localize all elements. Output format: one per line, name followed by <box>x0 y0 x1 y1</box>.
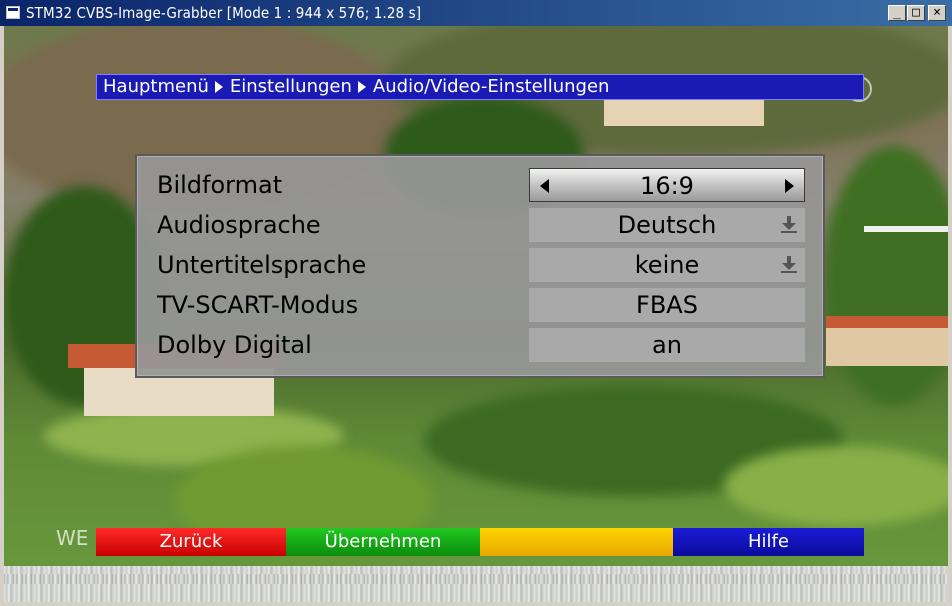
setting-label-tv-scart-mode: TV-SCART-Modus <box>157 291 359 319</box>
house-roof <box>826 316 948 328</box>
setting-label-aspect-ratio: Bildformat <box>157 171 283 199</box>
settings-panel: Bildformat 16:9 Audiosprache Deutsch Unt… <box>135 154 825 378</box>
setting-value-text: 16:9 <box>640 172 694 200</box>
red-key-back-button[interactable]: Zurück <box>96 528 286 556</box>
dropdown-arrow-icon[interactable] <box>781 216 797 234</box>
setting-value-audio-language[interactable]: Deutsch <box>529 208 805 242</box>
setting-value-text: keine <box>634 251 700 279</box>
video-frame: 4 WE HauptmenüEinstellungenAudio/Video-E… <box>4 26 948 602</box>
setting-value-text: an <box>652 331 682 359</box>
breadcrumb: Hauptmenü Einstellungen Audio/Video-Einste… <box>96 74 864 100</box>
setting-value-subtitle-language[interactable]: keine <box>529 248 805 282</box>
arrow-right-icon[interactable] <box>785 179 794 193</box>
setting-value-text: Deutsch <box>617 211 717 239</box>
breadcrumb-item-settings[interactable]: Einstellungen <box>230 76 352 97</box>
setting-value-tv-scart-mode[interactable]: FBAS <box>529 288 805 322</box>
corner-watermark: WE <box>56 526 89 550</box>
yellow-key-button[interactable] <box>480 528 673 556</box>
tree <box>824 146 948 406</box>
setting-value-aspect-ratio[interactable]: 16:9 <box>529 168 805 202</box>
signal-noise-strip <box>4 574 948 584</box>
green-key-apply-button[interactable]: Übernehmen <box>286 528 480 556</box>
maximize-button[interactable]: □ <box>907 5 925 21</box>
setting-value-dolby-digital[interactable]: an <box>529 328 805 362</box>
setting-label-dolby-digital: Dolby Digital <box>157 331 312 359</box>
app-icon[interactable] <box>6 6 20 19</box>
close-button[interactable]: × <box>928 5 946 21</box>
dropdown-arrow-icon[interactable] <box>781 256 797 274</box>
setting-label-audio-language: Audiosprache <box>157 211 321 239</box>
chevron-right-icon <box>214 81 223 93</box>
chevron-right-icon <box>357 81 366 93</box>
breadcrumb-item-av-settings: Audio/Video-Einstellungen <box>372 76 610 97</box>
arrow-left-icon[interactable] <box>540 179 549 193</box>
setting-label-subtitle-language: Untertitelsprache <box>157 251 367 279</box>
blue-key-help-button[interactable]: Hilfe <box>673 528 864 556</box>
setting-value-text: FBAS <box>636 291 698 319</box>
signal-noise-strip <box>4 566 948 602</box>
house <box>826 326 948 366</box>
window-title-bar[interactable]: STM32 CVBS-Image-Grabber [Mode 1 : 944 x… <box>0 0 952 26</box>
lawn <box>724 446 948 526</box>
window-title: STM32 CVBS-Image-Grabber [Mode 1 : 944 x… <box>26 4 422 22</box>
fence <box>864 226 948 232</box>
minimize-button[interactable]: _ <box>888 5 906 21</box>
breadcrumb-item-main-menu[interactable]: Hauptmenü <box>103 76 209 97</box>
